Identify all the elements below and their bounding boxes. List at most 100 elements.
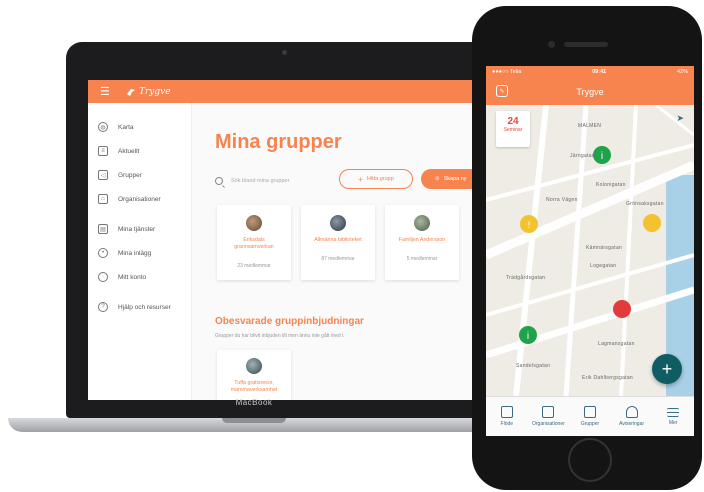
plus-icon: + xyxy=(358,174,363,184)
tab-label: Flöde xyxy=(500,421,514,427)
map-label: Norra Vägen xyxy=(546,197,578,203)
phone-speaker xyxy=(564,42,608,47)
map-label: Kolonigatan xyxy=(596,182,626,188)
group-avatar xyxy=(246,358,262,374)
create-group-label: Skapa ny xyxy=(443,176,467,182)
brand-logo[interactable]: Trygve xyxy=(126,87,171,97)
group-members: 5 medlemmar xyxy=(406,256,438,263)
carrier: ●●●○○ Telia xyxy=(492,69,522,75)
bell-icon xyxy=(625,406,638,418)
sidebar-item-label: Mitt konto xyxy=(118,273,147,281)
group-avatar xyxy=(246,215,262,231)
map-label: Sandelsgatan xyxy=(516,363,551,369)
status-bar: ●●●○○ Telia 09:41 42% xyxy=(486,66,694,78)
tab-label: Aviseringar xyxy=(619,421,645,427)
hamburger-menu-icon[interactable]: ☰ xyxy=(100,85,114,98)
search-icon xyxy=(215,177,223,185)
building-icon xyxy=(542,406,555,418)
tab-grupper[interactable]: Grupper xyxy=(569,397,611,436)
group-name: Allmänna biblioteket xyxy=(314,237,362,243)
page-title: Mina grupper xyxy=(215,131,342,153)
brand-name: Trygve xyxy=(139,86,171,97)
tab-label: Mer xyxy=(668,419,678,426)
sidebar-item-aktuellt[interactable]: ≡ Aktuellt xyxy=(88,139,191,163)
search-placeholder: Sök bland mina grupper xyxy=(231,178,290,184)
megaphone-icon: ◁ xyxy=(98,170,108,180)
location-icon: • xyxy=(98,248,108,258)
pending-group-card[interactable]: Tuffa gratisresor, mammaverksamhet xyxy=(217,350,291,400)
building-icon: ⌂ xyxy=(98,194,108,204)
sidebar-item-karta[interactable]: ◍ Karta xyxy=(88,115,191,139)
laptop: ☰ Trygve ◍ Karta ≡ Aktuellt ◁ Grupper ⌂ Orga… xyxy=(66,42,508,418)
bird-logo-icon xyxy=(127,88,135,96)
pending-invites-subtitle: Grupper du har blivit inbjuden till men … xyxy=(215,333,345,339)
group-card[interactable]: Familjen Andersson 5 medlemmar xyxy=(385,205,459,280)
tab-aviseringar[interactable]: Aviseringar xyxy=(611,397,653,436)
device-label: MacBook xyxy=(235,398,273,407)
phone-screen: ●●●○○ Telia 09:41 42% ✎ Trygve i ! i MAL… xyxy=(486,66,694,436)
group-avatar xyxy=(330,215,346,231)
group-members: 23 medlemmar xyxy=(237,263,271,270)
map-label: Järngatan xyxy=(570,153,595,159)
tab-mer[interactable]: Mer xyxy=(652,397,694,436)
feed-icon xyxy=(500,406,513,418)
group-card[interactable]: Allmänna biblioteket 87 medlemmar xyxy=(301,205,375,280)
phone-title: Trygve xyxy=(576,86,604,97)
add-fab-button[interactable]: + xyxy=(652,354,682,384)
shop-icon: ▤ xyxy=(98,224,108,234)
sidebar-item-label: Organisationer xyxy=(118,195,161,203)
group-cards: Eriksdals grannsamverkan 23 medlemmar Al… xyxy=(217,205,469,280)
map-label: Erik Dahlbergsgatan xyxy=(582,375,634,381)
sidebar-item-label: Aktuellt xyxy=(118,147,140,155)
menu-icon xyxy=(667,407,680,417)
search-input[interactable]: Sök bland mina grupper xyxy=(215,177,289,185)
event-label: Seminar xyxy=(503,127,523,133)
map-label: MALMEN xyxy=(578,123,602,129)
map-label: Lagmansgatan xyxy=(598,341,635,347)
svg-text:i: i xyxy=(601,151,603,162)
app-bar: ☰ Trygve xyxy=(88,80,488,103)
group-name: Eriksdals grannsamverkan xyxy=(234,237,274,251)
sidebar-item-grupper[interactable]: ◁ Grupper xyxy=(88,163,191,187)
home-button[interactable] xyxy=(568,438,612,482)
group-avatar xyxy=(414,215,430,231)
sidebar: ◍ Karta ≡ Aktuellt ◁ Grupper ⌂ Organisatione… xyxy=(88,103,192,400)
event-date-badge[interactable]: 24 Seminar xyxy=(496,111,530,147)
sidebar-item-label: Karta xyxy=(118,123,134,131)
tab-label: Organisationer xyxy=(531,421,565,427)
svg-text:!: ! xyxy=(528,220,531,230)
location-arrow-icon[interactable]: ➤ xyxy=(676,113,684,124)
clock: 09:41 xyxy=(592,69,607,75)
megaphone-icon xyxy=(583,406,596,418)
pending-invites-title: Obesvarade gruppinbjudningar xyxy=(215,316,364,327)
event-day: 24 xyxy=(507,116,519,127)
phone-camera xyxy=(548,41,555,48)
sidebar-item-mitt-konto[interactable]: · Mitt konto xyxy=(88,265,191,289)
map-label: Grönsaksgatan xyxy=(626,201,664,207)
group-name: Familjen Andersson xyxy=(398,237,446,243)
phone: ●●●○○ Telia 09:41 42% ✎ Trygve i ! i MAL… xyxy=(472,6,702,490)
phone-header: ✎ Trygve xyxy=(486,78,694,105)
sidebar-item-label: Mina tjänster xyxy=(118,225,156,233)
main-content: Mina grupper Sök bland mina grupper + Hi… xyxy=(193,103,488,400)
logo-icon[interactable]: ✎ xyxy=(496,85,508,97)
find-group-label: Hitta grupp xyxy=(366,176,394,182)
sidebar-item-hjalp[interactable]: ? Hjälp och resurser xyxy=(88,295,191,319)
sidebar-item-label: Hjälp och resurser xyxy=(118,303,171,311)
map-label: Logegatan xyxy=(590,263,617,269)
map[interactable]: i ! i MALMEN Kolonigatan Grönsaksgatan J… xyxy=(486,105,694,396)
tab-label: Grupper xyxy=(580,421,600,427)
find-group-button[interactable]: + Hitta grupp xyxy=(339,169,413,189)
tab-flode[interactable]: Flöde xyxy=(486,397,528,436)
tab-organisationer[interactable]: Organisationer xyxy=(528,397,570,436)
laptop-notch xyxy=(222,418,286,423)
svg-text:i: i xyxy=(527,331,529,342)
sidebar-item-mina-inlagg[interactable]: • Mina inlägg xyxy=(88,241,191,265)
globe-icon: ◍ xyxy=(98,122,108,132)
sidebar-item-mina-tjanster[interactable]: ▤ Mina tjänster xyxy=(88,217,191,241)
help-icon: ? xyxy=(98,302,108,312)
sidebar-item-organisationer[interactable]: ⌂ Organisationer xyxy=(88,187,191,211)
group-card[interactable]: Eriksdals grannsamverkan 23 medlemmar xyxy=(217,205,291,280)
sidebar-item-label: Mina inlägg xyxy=(118,249,152,257)
sidebar-item-label: Grupper xyxy=(118,171,142,179)
